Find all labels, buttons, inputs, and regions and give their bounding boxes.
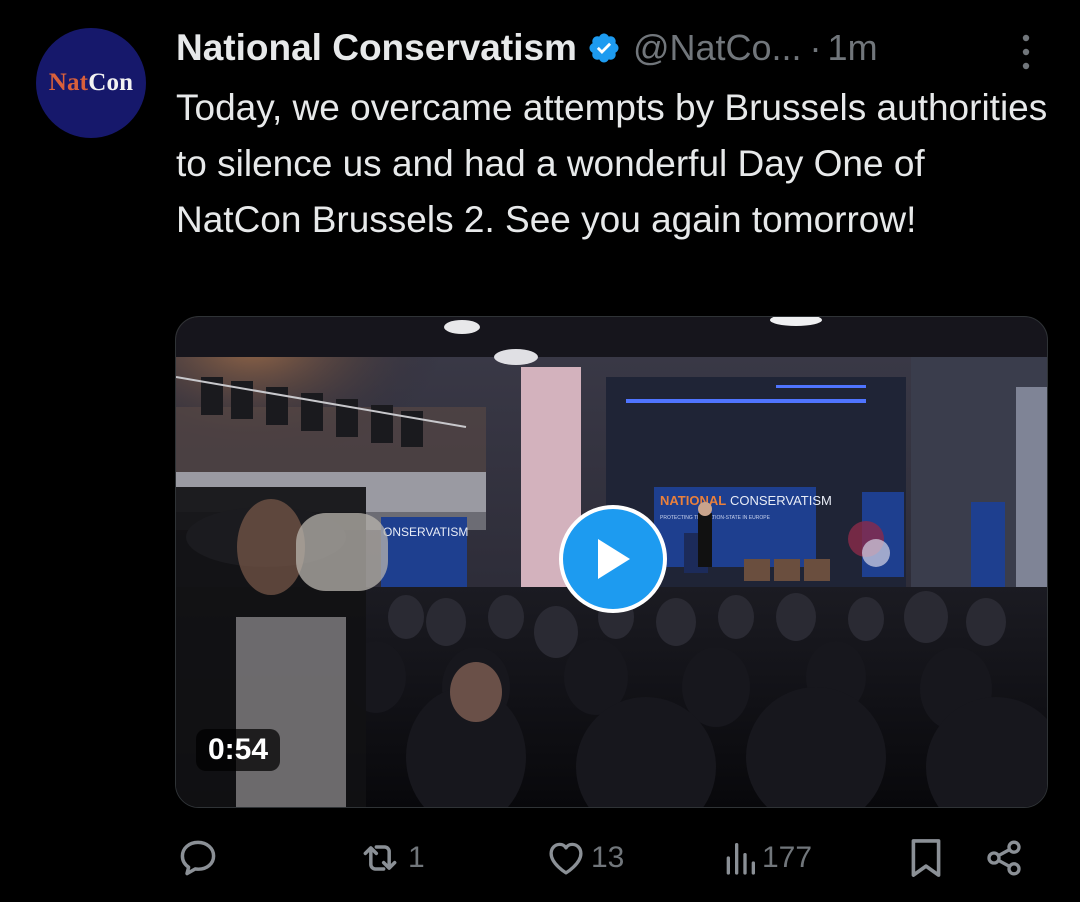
views-button[interactable]: 177	[722, 828, 812, 888]
user-handle[interactable]: @NatCo...	[633, 27, 802, 69]
reply-button[interactable]	[176, 828, 220, 888]
retweet-icon	[363, 845, 397, 871]
more-options-icon[interactable]	[1012, 32, 1040, 72]
like-count: 13	[591, 841, 625, 874]
views-chart-icon	[726, 843, 755, 875]
tweet-header: National Conservatism @NatCo... · 1m	[176, 22, 878, 74]
separator-dot: ·	[809, 27, 822, 68]
views-count: 177	[762, 841, 813, 874]
bookmark-button[interactable]	[908, 828, 944, 888]
profile-avatar[interactable]: NatCon	[36, 28, 146, 138]
stage-banner-left: NATIONAL	[660, 493, 726, 508]
retweet-button[interactable]: 1	[356, 828, 425, 888]
stage-banner-right: CONSERVATISM	[730, 493, 832, 508]
avatar-logo-text: NatCon	[48, 69, 134, 96]
reply-icon	[180, 840, 216, 876]
video-media[interactable]: NATIONAL CONSERVATISM PROTECTING THE NAT…	[175, 316, 1048, 808]
like-button[interactable]: 13	[545, 828, 624, 888]
timestamp[interactable]: 1m	[828, 27, 878, 69]
side-banner-text: ONSERVATISM	[383, 525, 468, 539]
heart-icon	[549, 842, 583, 875]
retweet-count: 1	[408, 841, 425, 874]
tweet-actions-bar: 1 13 177	[0, 828, 1080, 888]
tweet-text: Today, we overcame attempts by Brussels …	[176, 87, 1048, 240]
verified-badge-icon	[589, 33, 619, 63]
play-button[interactable]	[559, 505, 667, 613]
play-icon	[598, 539, 630, 579]
share-icon	[987, 840, 1021, 876]
display-name[interactable]: National Conservatism	[176, 27, 577, 69]
stage-banner-sub: PROTECTING THE NATION-STATE IN EUROPE	[660, 515, 771, 521]
share-button[interactable]	[984, 828, 1024, 888]
video-duration: 0:54	[196, 729, 281, 771]
bookmark-icon	[911, 839, 941, 877]
